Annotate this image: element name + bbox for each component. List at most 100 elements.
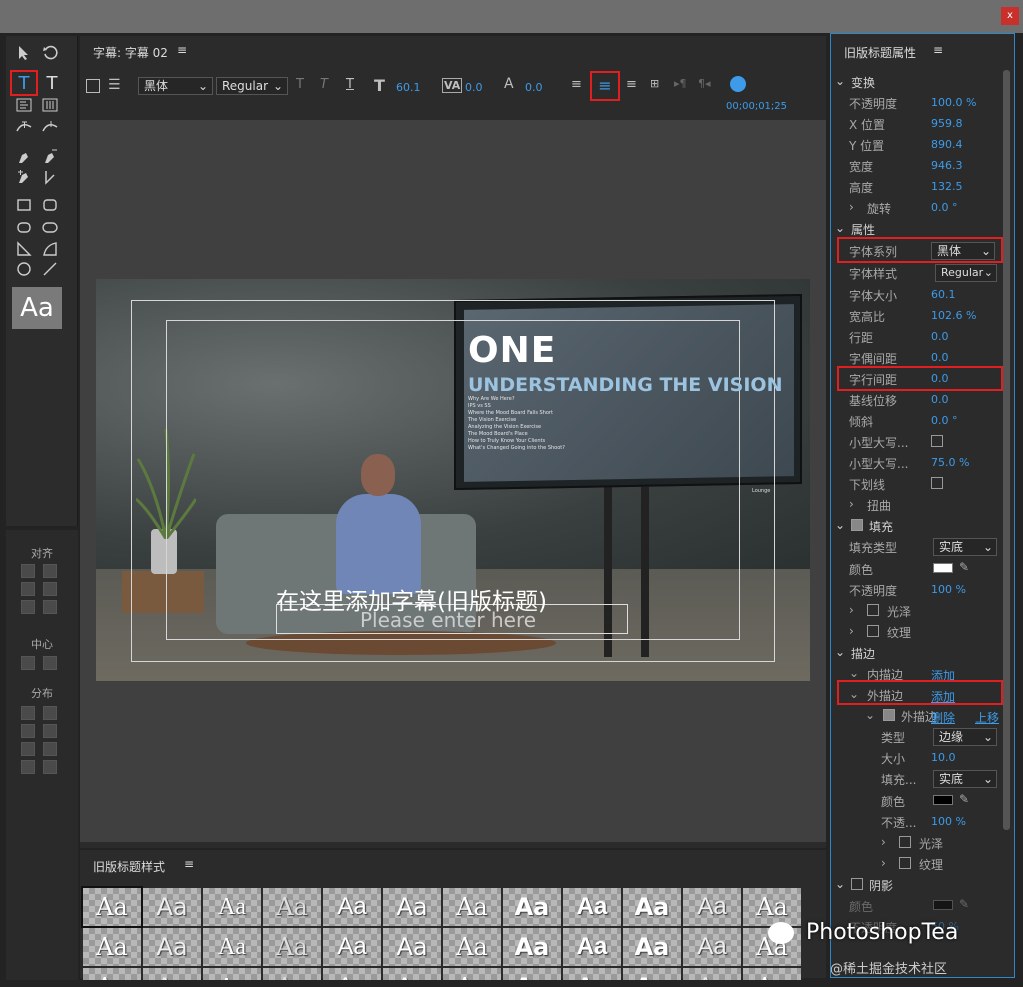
style-swatch[interactable]: Aa	[143, 968, 201, 980]
eyedropper-icon[interactable]: ✎	[959, 897, 969, 911]
rounded-corner-tool-icon[interactable]	[38, 218, 62, 236]
vertical-area-type-icon[interactable]	[38, 96, 62, 114]
texture-row[interactable]: › 纹理	[831, 621, 1016, 642]
fill-checkbox[interactable]	[851, 519, 863, 531]
ypos-value[interactable]: 890.4	[931, 138, 963, 151]
stroke-fill-row[interactable]: 填充... 实底 ⌄	[831, 768, 1016, 789]
attributes-section[interactable]: ⌄ 属性	[831, 218, 1016, 239]
stroke-color-row[interactable]: 颜色 ✎	[831, 790, 1016, 811]
style-swatch[interactable]: Aa	[563, 888, 621, 926]
rotation-value[interactable]: 0.0 °	[931, 201, 958, 214]
align-center-text-icon[interactable]: ≡	[590, 71, 620, 101]
align-top-icon[interactable]	[43, 564, 57, 578]
smallcaps-row[interactable]: 小型大写...	[831, 431, 1016, 452]
fill-type-select[interactable]: 实底 ⌄	[933, 538, 997, 556]
wedge-tool-icon[interactable]	[12, 240, 36, 258]
selection-tool-icon[interactable]	[12, 44, 36, 62]
arc-tool-icon[interactable]	[38, 240, 62, 258]
editor-menu-icon[interactable]: ≡	[177, 43, 187, 57]
align-right-icon[interactable]	[21, 600, 35, 614]
rotation-row[interactable]: › 旋转 0.0 °	[831, 197, 1016, 218]
style-swatch[interactable]: Aa	[383, 888, 441, 926]
ypos-row[interactable]: Y 位置 890.4	[831, 134, 1016, 155]
stroke-color-swatch[interactable]	[933, 795, 953, 805]
strokes-section[interactable]: ⌄ 描边	[831, 642, 1016, 663]
ellipse-tool-icon[interactable]	[12, 260, 36, 278]
pen-tool-icon[interactable]	[12, 148, 36, 166]
style-swatch[interactable]: Aa	[83, 928, 141, 966]
style-swatch[interactable]: Aa	[83, 968, 141, 980]
center-horizontal-icon[interactable]	[21, 656, 35, 670]
xpos-row[interactable]: X 位置 959.8	[831, 113, 1016, 134]
bold-button[interactable]: T	[296, 77, 304, 92]
style-swatch[interactable]: Aa	[563, 928, 621, 966]
vertical-type-tool-icon[interactable]: T	[40, 73, 64, 94]
shadow-color-swatch[interactable]	[933, 900, 953, 910]
roll-crawl-icon[interactable]	[86, 79, 100, 93]
style-swatch[interactable]: Aa	[683, 888, 741, 926]
opacity-value[interactable]: 100.0 %	[931, 96, 976, 109]
underline-button[interactable]: T	[346, 77, 354, 92]
baseline-value[interactable]: 0.0	[931, 393, 949, 406]
properties-scrollbar[interactable]	[1003, 70, 1010, 830]
fill-type-row[interactable]: 填充类型 实底 ⌄	[831, 536, 1016, 557]
subtitle-english[interactable]: Please enter here	[360, 608, 536, 632]
style-swatch[interactable]: Aa	[143, 888, 201, 926]
add-anchor-tool-icon[interactable]	[12, 168, 36, 186]
style-swatch[interactable]: Aa	[623, 928, 681, 966]
stroke-texture-checkbox[interactable]	[899, 857, 911, 869]
smallcaps-checkbox[interactable]	[931, 435, 943, 447]
tracking-value[interactable]: 0.0	[525, 81, 543, 94]
fill-color-row[interactable]: 颜色 ✎	[831, 558, 1016, 579]
clipped-corner-tool-icon[interactable]	[12, 218, 36, 236]
sheen-checkbox[interactable]	[867, 604, 879, 616]
style-swatch[interactable]: Aa	[383, 928, 441, 966]
properties-menu-icon[interactable]: ≡	[933, 43, 943, 57]
stroke-size-row[interactable]: 大小 10.0	[831, 747, 1016, 768]
tab-stops-icon[interactable]: ☰	[108, 77, 121, 93]
style-swatch[interactable]: Aa	[263, 928, 321, 966]
tab-left-icon[interactable]: ▸¶	[674, 77, 687, 90]
type-tool-icon[interactable]: T	[10, 70, 38, 96]
rounded-rect-tool-icon[interactable]	[38, 196, 62, 214]
align-left-icon[interactable]	[21, 564, 35, 578]
stroke-texture-row[interactable]: › 纹理	[831, 853, 1016, 874]
distort-row[interactable]: › 扭曲	[831, 494, 1016, 515]
delete-stroke-link[interactable]: 删除	[931, 709, 955, 726]
distribute-top-icon[interactable]	[43, 706, 57, 720]
wrap-icon[interactable]: ⊞	[650, 77, 659, 90]
style-swatch[interactable]: Aa	[203, 928, 261, 966]
font-style-row[interactable]: 字体样式 Regular ⌄	[831, 262, 1016, 283]
style-swatch[interactable]: Aa	[143, 928, 201, 966]
xpos-value[interactable]: 959.8	[931, 117, 963, 130]
stroke-sheen-checkbox[interactable]	[899, 836, 911, 848]
stroke-sheen-row[interactable]: › 光泽	[831, 832, 1016, 853]
tab-right-icon[interactable]: ¶◂	[698, 77, 711, 90]
width-value[interactable]: 946.3	[931, 159, 963, 172]
style-swatch[interactable]: Aa	[443, 888, 501, 926]
style-swatch[interactable]: Aa	[263, 888, 321, 926]
move-up-link[interactable]: 上移	[975, 709, 999, 726]
kerning-row[interactable]: 字偶间距 0.0	[831, 347, 1016, 368]
sheen-row[interactable]: › 光泽	[831, 600, 1016, 621]
style-swatch[interactable]: Aa	[503, 888, 561, 926]
outer-stroke-item-row[interactable]: ⌄ 外描边 删除 上移	[831, 705, 1016, 726]
style-swatch[interactable]: Aa	[743, 968, 801, 980]
style-swatch[interactable]: Aa	[203, 888, 261, 926]
slant-value[interactable]: 0.0 °	[931, 414, 958, 427]
distribute-hspace-icon[interactable]	[21, 760, 35, 774]
style-swatch[interactable]: Aa	[383, 968, 441, 980]
shadow-color-row[interactable]: 颜色 ✎	[831, 895, 1016, 916]
fill-color-swatch[interactable]	[933, 563, 953, 573]
fill-section[interactable]: ⌄ 填充	[831, 515, 1016, 536]
height-value[interactable]: 132.5	[931, 180, 963, 193]
baseline-row[interactable]: 基线位移 0.0	[831, 389, 1016, 410]
show-video-icon[interactable]	[730, 76, 746, 92]
style-swatch[interactable]: Aa	[263, 968, 321, 980]
align-vcenter-icon[interactable]	[43, 582, 57, 596]
aspect-value[interactable]: 102.6 %	[931, 309, 976, 322]
kerning-value[interactable]: 0.0	[931, 351, 949, 364]
fill-opacity-value[interactable]: 100 %	[931, 583, 966, 596]
stroke-type-row[interactable]: 类型 边缘 ⌄	[831, 726, 1016, 747]
smallcaps-size-row[interactable]: 小型大写... 75.0 %	[831, 452, 1016, 473]
